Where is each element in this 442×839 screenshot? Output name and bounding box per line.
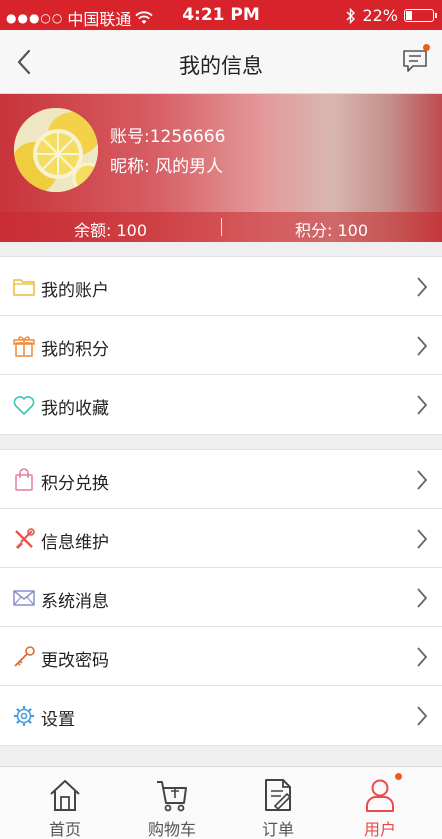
tab-label: 首页 xyxy=(48,820,81,839)
stats-bar: 余额: 100 积分: 100 xyxy=(0,212,442,242)
key-icon xyxy=(14,646,35,667)
avatar[interactable] xyxy=(14,108,98,192)
home-icon xyxy=(50,780,80,811)
account-number: 账号:1256666 xyxy=(110,127,226,147)
chevron-right-icon xyxy=(417,470,428,490)
envelope-icon xyxy=(13,590,35,606)
navigation-bar: 我的信息 xyxy=(0,30,442,94)
message-badge-dot xyxy=(423,44,430,51)
chevron-right-icon xyxy=(417,336,428,356)
tab-user[interactable]: 用户 xyxy=(325,767,435,839)
page-title: 我的信息 xyxy=(179,54,263,78)
points-label[interactable]: 积分: 100 xyxy=(221,217,442,241)
chevron-right-icon xyxy=(417,706,428,726)
chevron-right-icon xyxy=(417,588,428,608)
heart-icon xyxy=(13,396,35,415)
lemon-avatar-image xyxy=(14,108,98,192)
menu-item-label: 更改密码 xyxy=(41,651,109,671)
user-badge-dot xyxy=(395,773,402,780)
tab-cart[interactable]: 购物车 xyxy=(117,767,227,839)
profile-header: 账号:1256666 昵称: 风的男人 余额: 100 积分: 100 xyxy=(0,94,442,242)
menu-item-points-exchange[interactable]: 积分兑换 xyxy=(0,450,442,509)
folder-icon xyxy=(13,279,35,296)
menu-item-label: 系统消息 xyxy=(41,592,109,612)
menu-item-label: 我的积分 xyxy=(41,340,109,360)
balance-label[interactable]: 余额: 100 xyxy=(0,217,221,241)
user-icon xyxy=(366,779,394,812)
menu-group-primary: 我的账户 我的积分 我的收藏 xyxy=(0,256,442,435)
cart-icon xyxy=(157,781,187,812)
bluetooth-icon xyxy=(346,7,356,24)
tab-label: 订单 xyxy=(261,820,294,839)
menu-item-label: 我的账户 xyxy=(41,281,109,301)
menu-item-settings[interactable]: 设置 xyxy=(0,686,442,745)
gift-icon xyxy=(13,336,35,357)
menu-item-label: 我的收藏 xyxy=(41,399,109,419)
chevron-right-icon xyxy=(417,529,428,549)
battery-icon xyxy=(404,9,437,22)
tab-bar: 首页 购物车 订单 用户 xyxy=(0,766,442,839)
menu-item-label: 信息维护 xyxy=(41,533,109,553)
menu-item-info-maintenance[interactable]: 信息维护 xyxy=(0,509,442,568)
nickname: 昵称: 风的男人 xyxy=(110,157,224,177)
order-icon xyxy=(265,779,292,811)
menu-item-my-account[interactable]: 我的账户 xyxy=(0,257,442,316)
menu-item-system-messages[interactable]: 系统消息 xyxy=(0,568,442,627)
chevron-right-icon xyxy=(417,395,428,415)
battery-percent: 22% xyxy=(362,6,398,25)
menu-item-my-points[interactable]: 我的积分 xyxy=(0,316,442,375)
chevron-right-icon xyxy=(417,647,428,667)
gear-icon xyxy=(14,706,34,726)
menu-group-secondary: 积分兑换 信息维护 系统消息 更改密码 设置 xyxy=(0,449,442,746)
status-bar: ●●●○○ 中国联通 4:21 PM 22% xyxy=(0,0,442,30)
menu-item-label: 积分兑换 xyxy=(41,474,109,494)
tab-label: 购物车 xyxy=(147,820,196,839)
chevron-right-icon xyxy=(417,277,428,297)
tab-orders[interactable]: 订单 xyxy=(223,767,333,839)
bag-icon xyxy=(15,468,33,491)
menu-item-change-password[interactable]: 更改密码 xyxy=(0,627,442,686)
tab-home[interactable]: 首页 xyxy=(10,767,120,839)
menu-item-my-favorites[interactable]: 我的收藏 xyxy=(0,375,442,434)
message-icon[interactable] xyxy=(402,48,428,74)
tab-label: 用户 xyxy=(363,820,396,839)
menu-item-label: 设置 xyxy=(41,710,75,730)
tools-icon xyxy=(15,528,35,549)
